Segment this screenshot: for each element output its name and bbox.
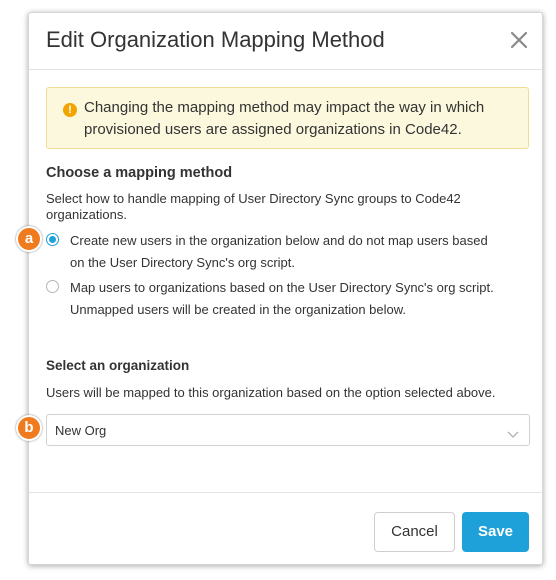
organization-select-value: New Org xyxy=(55,423,107,438)
dialog-title: Edit Organization Mapping Method xyxy=(46,27,385,52)
chevron-down-icon xyxy=(507,426,519,438)
radio-button-create-new-users[interactable] xyxy=(46,233,59,246)
warning-banner: ! Changing the mapping method may impact… xyxy=(46,87,529,149)
callout-badge-b: b xyxy=(16,415,42,441)
dialog-header: Edit Organization Mapping Method xyxy=(29,13,542,70)
close-icon[interactable] xyxy=(508,29,530,51)
select-organization-heading: Select an organization xyxy=(46,358,190,373)
save-button[interactable]: Save xyxy=(462,512,529,552)
cancel-button[interactable]: Cancel xyxy=(374,512,455,552)
radio-label-create-new-users: Create new users in the organization bel… xyxy=(70,233,488,270)
mapping-method-heading: Choose a mapping method xyxy=(46,165,233,181)
organization-select[interactable]: New Org xyxy=(46,414,530,446)
radio-label-map-users: Map users to organizations based on the … xyxy=(70,280,494,317)
warning-text: Changing the mapping method may impact t… xyxy=(84,99,485,138)
warning-icon: ! xyxy=(63,103,77,117)
dialog-footer-divider xyxy=(29,492,542,493)
mapping-method-description: Select how to handle mapping of User Dir… xyxy=(46,191,461,222)
callout-badge-a: a xyxy=(16,226,42,252)
edit-mapping-dialog: Edit Organization Mapping Method ! Chang… xyxy=(28,12,543,565)
select-organization-description: Users will be mapped to this organizatio… xyxy=(46,385,496,400)
radio-button-map-users[interactable] xyxy=(46,280,59,293)
